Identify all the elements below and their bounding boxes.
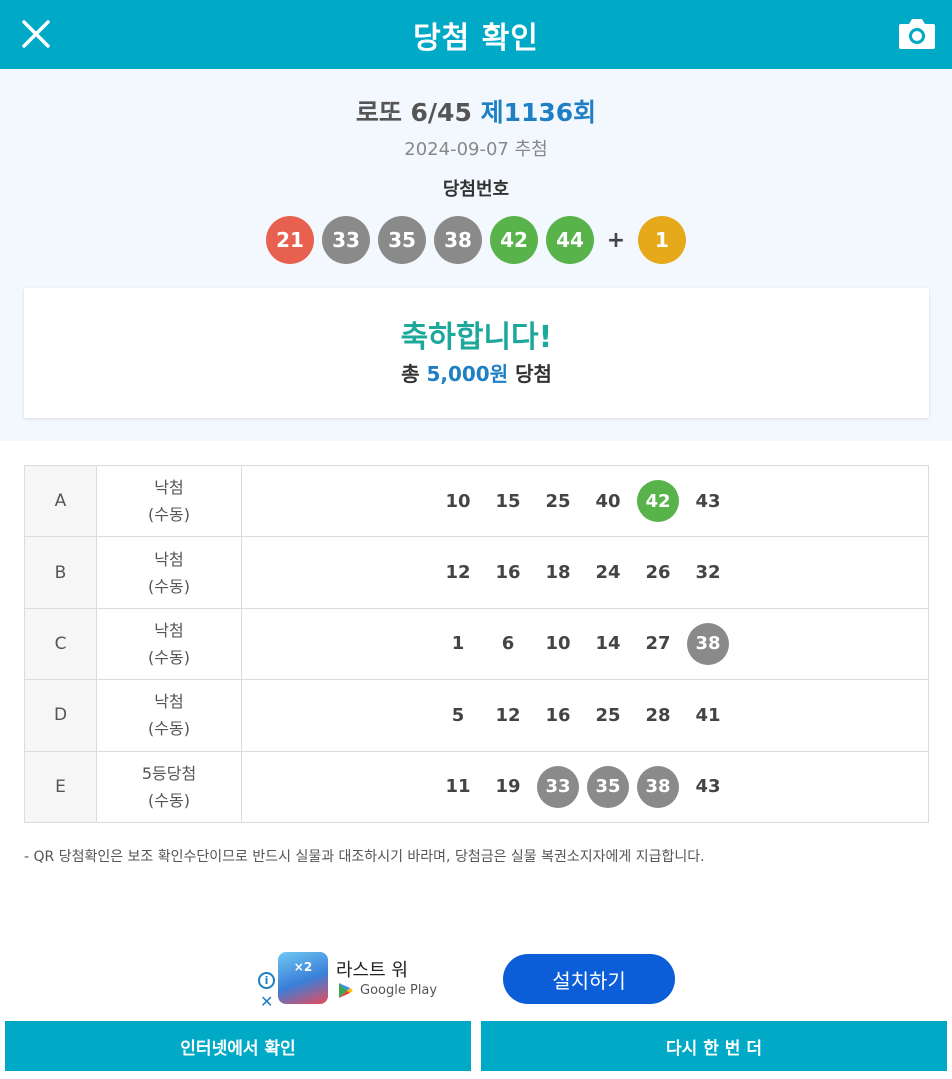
- winning-ball: 38: [434, 216, 482, 264]
- matched-number: 42: [637, 480, 679, 523]
- ticket-slot: C: [24, 607, 97, 681]
- ticket-row: B 낙첨 (수동) 12 16 18 24 26 32: [24, 536, 929, 609]
- total-prize: 총 5,000원 당첨: [24, 358, 929, 387]
- draw-date: 2024-09-07 추첨: [404, 139, 548, 160]
- total-prefix: 총: [401, 362, 420, 386]
- draw-title: 로또 6/45 제1136회: [0, 93, 952, 129]
- matched-number: 35: [587, 765, 629, 808]
- bonus-ball: 1: [638, 216, 686, 264]
- close-icon[interactable]: ✕: [260, 992, 273, 1011]
- ticket-numbers: 5 12 16 25 28 41: [241, 679, 929, 752]
- draw-summary: 로또 6/45 제1136회 2024-09-07 추첨 당첨번호 21 33 …: [0, 69, 952, 441]
- game-name: 로또 6/45: [355, 98, 472, 127]
- ticket-number: 27: [645, 633, 671, 655]
- ticket-rank: 5등당첨 (수동): [96, 750, 242, 823]
- ticket-row: D 낙첨 (수동) 5 12 16 25 28 41: [24, 679, 929, 752]
- rank-text: 낙첨: [154, 692, 184, 712]
- ticket-number: 10: [545, 633, 571, 655]
- winning-ball: 35: [378, 216, 426, 264]
- ad-banner[interactable]: i ✕ ×2 라스트 워 Google Play 설치하기: [254, 944, 698, 1016]
- ticket-number: 25: [595, 704, 621, 726]
- mode-text: (수동): [148, 719, 190, 739]
- ticket-number: 12: [495, 704, 521, 726]
- rank-text: 5등당첨: [141, 763, 197, 783]
- rank-text: 낙첨: [154, 478, 184, 498]
- winning-ball: 21: [266, 216, 314, 264]
- ticket-slot: D: [24, 679, 97, 752]
- ticket-numbers: 10 15 25 40 42 43: [241, 464, 929, 538]
- ticket-number: 1: [451, 633, 465, 655]
- winning-ball: 44: [546, 216, 594, 264]
- ticket-row: E 5등당첨 (수동) 11 19 33 35 38 43: [24, 750, 929, 823]
- winning-ball: 42: [490, 216, 538, 264]
- matched-number: 33: [537, 765, 579, 808]
- ticket-numbers: 12 16 18 24 26 32: [241, 536, 929, 609]
- ticket-slot: B: [24, 536, 97, 609]
- ticket-rank: 낙첨 (수동): [96, 679, 242, 752]
- notice-text: - QR 당첨확인은 보조 확인수단이므로 반드시 실물과 대조하시기 바라며,…: [24, 849, 705, 865]
- matched-number: 38: [637, 765, 679, 808]
- app-icon: ×2: [278, 952, 328, 1004]
- ticket-number: 19: [495, 776, 521, 798]
- total-suffix: 당첨: [515, 362, 552, 386]
- camera-icon[interactable]: [898, 16, 936, 50]
- ticket-slot: A: [24, 464, 97, 538]
- ad-store: Google Play: [338, 982, 437, 999]
- ticket-number: 28: [645, 704, 671, 726]
- ad-app-name: 라스트 워: [336, 960, 408, 981]
- matched-number: 38: [687, 622, 729, 665]
- ticket-rank: 낙첨 (수동): [96, 536, 242, 609]
- ticket-number: 26: [645, 562, 671, 584]
- congrats-text: 축하합니다!: [400, 320, 553, 355]
- google-play-icon: [339, 983, 353, 998]
- mode-text: (수동): [148, 576, 190, 596]
- ticket-number: 16: [545, 704, 571, 726]
- ticket-rank: 낙첨 (수동): [96, 464, 242, 538]
- rank-text: 낙첨: [154, 620, 184, 640]
- ticket-number: 6: [501, 633, 515, 655]
- ticket-number: 24: [595, 562, 621, 584]
- winning-numbers: 21 33 35 38 42 44 + 1: [0, 216, 952, 264]
- ticket-number: 25: [545, 490, 571, 512]
- store-name: Google Play: [360, 983, 438, 998]
- ticket-row: A 낙첨 (수동) 10 15 25 40 42 43: [24, 464, 929, 538]
- ticket-number: 16: [495, 562, 521, 584]
- check-online-button[interactable]: 인터넷에서 확인: [5, 1021, 471, 1071]
- result-card: 축하합니다! 총 5,000원 당첨: [24, 288, 929, 418]
- ticket-number: 10: [445, 490, 471, 512]
- winning-numbers-label: 당첨번호: [442, 179, 510, 200]
- ticket-number: 11: [445, 776, 471, 798]
- ticket-number: 40: [595, 490, 621, 512]
- ticket-rank: 낙첨 (수동): [96, 607, 242, 681]
- ticket-number: 5: [451, 704, 465, 726]
- page-title: 당첨 확인: [413, 20, 539, 56]
- ticket-number: 41: [695, 704, 721, 726]
- ticket-table: A 낙첨 (수동) 10 15 25 40 42 43 B 낙첨 (수동) 12 16 18 24 26 32 C 낙…: [24, 464, 929, 823]
- ticket-number: 43: [695, 776, 721, 798]
- draw-round: 제1136회: [480, 98, 597, 127]
- ticket-row: C 낙첨 (수동) 1 6 10 14 27 38: [24, 607, 929, 681]
- ticket-number: 43: [695, 490, 721, 512]
- mode-text: (수동): [148, 505, 190, 525]
- winning-ball: 33: [322, 216, 370, 264]
- ticket-number: 12: [445, 562, 471, 584]
- ticket-number: 18: [545, 562, 571, 584]
- mode-text: (수동): [148, 647, 190, 667]
- top-bar: 당첨 확인: [0, 0, 952, 69]
- ticket-number: 32: [695, 562, 721, 584]
- info-icon[interactable]: i: [258, 972, 275, 989]
- ticket-slot: E: [24, 750, 97, 823]
- ticket-numbers: 11 19 33 35 38 43: [241, 750, 929, 823]
- mode-text: (수동): [148, 790, 190, 810]
- total-amount: 5,000원: [426, 362, 509, 386]
- install-button[interactable]: 설치하기: [503, 954, 675, 1004]
- rank-text: 낙첨: [154, 549, 184, 569]
- ticket-number: 14: [595, 633, 621, 655]
- play-again-button[interactable]: 다시 한 번 더: [481, 1021, 947, 1071]
- ticket-number: 15: [495, 490, 521, 512]
- close-icon[interactable]: [18, 16, 54, 52]
- plus-sign: +: [606, 227, 626, 253]
- ticket-numbers: 1 6 10 14 27 38: [241, 607, 929, 681]
